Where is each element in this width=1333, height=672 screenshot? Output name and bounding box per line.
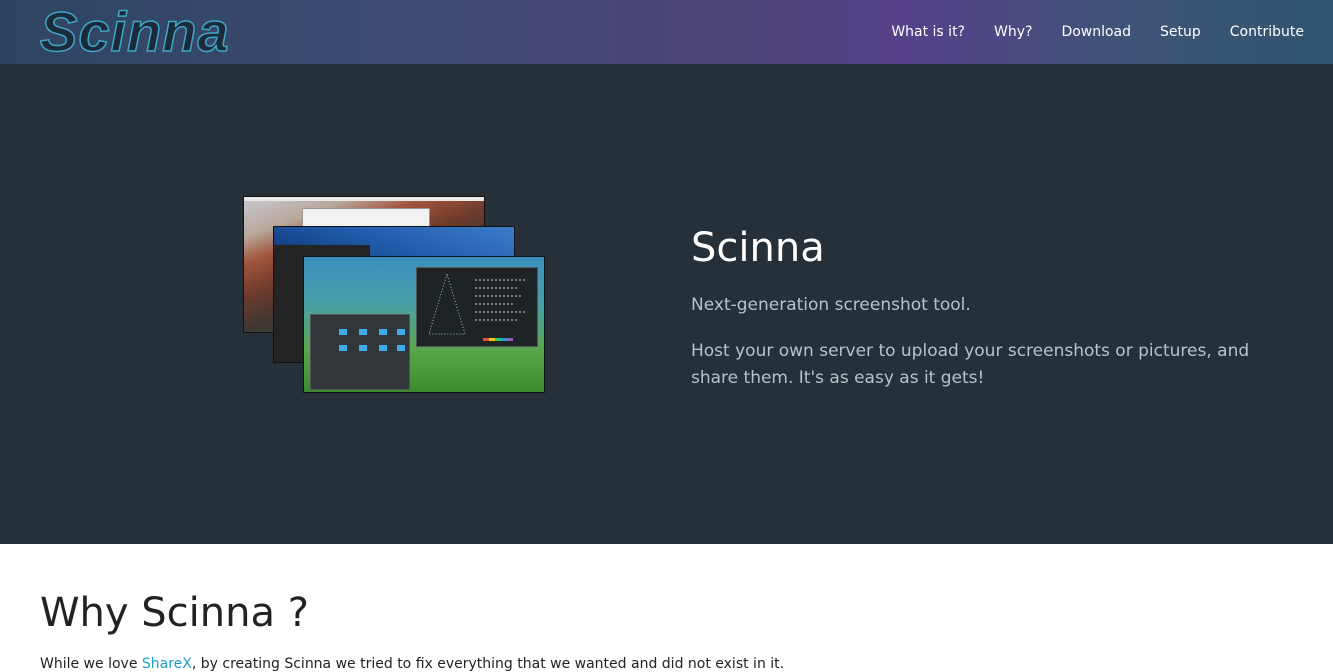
nav-link-why[interactable]: Why? xyxy=(994,24,1032,40)
nav-link-download[interactable]: Download xyxy=(1061,24,1131,40)
hero-title: Scinna xyxy=(691,225,825,271)
why-text-after: , by creating Scinna we tried to fix eve… xyxy=(191,656,785,672)
top-nav-bar: Scinna What is it? Why? Download Setup C… xyxy=(0,0,1333,64)
sharex-link[interactable]: ShareX xyxy=(142,656,192,672)
main-nav: What is it? Why? Download Setup Contribu… xyxy=(891,0,1333,64)
why-section-text: While we love ShareX, by creating Scinna… xyxy=(40,656,784,672)
why-text-before: While we love xyxy=(40,656,142,672)
why-section-title: Why Scinna ? xyxy=(40,590,309,636)
hero-section xyxy=(0,64,1333,544)
hero-subtitle: Next-generation screenshot tool. xyxy=(691,295,971,315)
nav-link-setup[interactable]: Setup xyxy=(1160,24,1201,40)
scinna-logo[interactable]: Scinna xyxy=(39,3,230,61)
nav-link-contribute[interactable]: Contribute xyxy=(1230,24,1304,40)
kde-screenshot-image xyxy=(303,256,545,393)
nav-link-what-is-it[interactable]: What is it? xyxy=(891,24,965,40)
hero-description: Host your own server to upload your scre… xyxy=(691,341,1250,388)
hero-diagonal-edge xyxy=(0,520,1333,543)
